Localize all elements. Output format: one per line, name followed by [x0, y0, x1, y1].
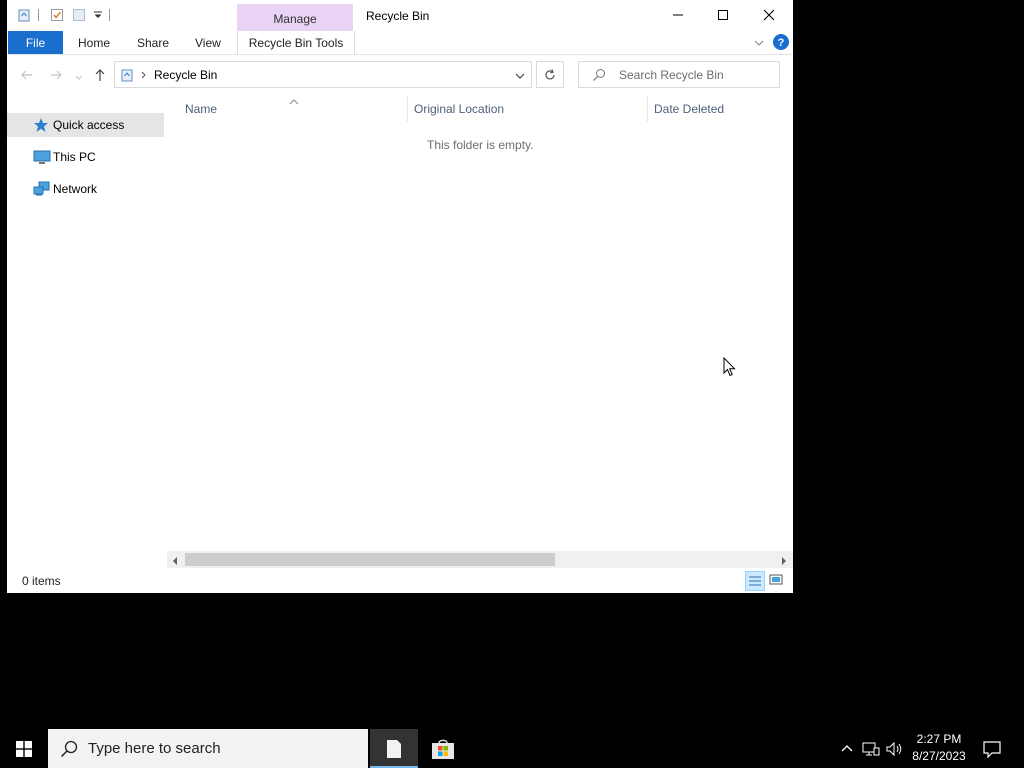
properties-icon[interactable] — [50, 8, 64, 22]
qat-separator — [38, 9, 39, 21]
svg-text:?: ? — [778, 37, 785, 49]
show-hidden-icons-icon[interactable] — [840, 742, 854, 757]
search-box[interactable]: Search Recycle Bin — [578, 61, 780, 88]
refresh-button[interactable] — [536, 61, 564, 88]
nav-item-label: Quick access — [53, 118, 125, 132]
star-icon — [33, 117, 49, 133]
explorer-window: Manage Recycle Bin File Home Share View … — [7, 0, 793, 593]
maximize-button[interactable] — [700, 0, 746, 30]
new-folder-icon[interactable] — [72, 8, 86, 22]
customize-qat-icon[interactable] — [91, 8, 105, 22]
breadcrumb-recycle-bin[interactable]: Recycle Bin — [154, 68, 217, 82]
tab-recycle-bin-tools[interactable]: Recycle Bin Tools — [237, 31, 355, 54]
column-divider[interactable] — [407, 96, 408, 122]
recent-locations-icon[interactable] — [74, 71, 84, 85]
nav-item-label: This PC — [53, 150, 96, 164]
large-icons-view-icon — [769, 574, 783, 585]
recycle-bin-icon[interactable] — [17, 8, 31, 22]
nav-item-label: Network — [53, 182, 98, 196]
empty-folder-message: This folder is empty. — [427, 138, 534, 152]
large-icons-view-button[interactable] — [767, 571, 787, 591]
column-divider[interactable] — [647, 96, 648, 122]
store-icon — [432, 739, 454, 759]
scroll-left-icon[interactable] — [171, 555, 179, 569]
window-title: Recycle Bin — [366, 9, 430, 23]
column-header-original-location[interactable]: Original Location — [414, 102, 504, 116]
windows-start-icon[interactable] — [16, 741, 32, 760]
search-icon — [60, 740, 78, 761]
up-arrow-icon[interactable] — [93, 68, 107, 85]
taskbar: Type here to search 2:27 PM 8/27/2023 — [0, 729, 1024, 768]
taskbar-microsoft-store[interactable] — [419, 729, 467, 768]
recycle-bin-icon — [120, 68, 134, 85]
manage-label: Manage — [273, 12, 317, 26]
taskbar-clock[interactable]: 2:27 PM 8/27/2023 — [906, 731, 972, 765]
nav-item-network[interactable]: Network — [7, 177, 164, 201]
scrollbar-thumb[interactable] — [185, 553, 555, 566]
network-status-icon[interactable] — [862, 741, 880, 760]
horizontal-scrollbar[interactable] — [167, 551, 793, 568]
volume-icon[interactable] — [886, 741, 904, 760]
tab-share[interactable]: Share — [137, 31, 169, 54]
notifications-icon[interactable] — [983, 740, 1001, 761]
column-header-name[interactable]: Name — [185, 102, 217, 116]
help-icon[interactable]: ? — [773, 34, 789, 53]
tab-view[interactable]: View — [195, 31, 221, 54]
minimize-button[interactable] — [655, 0, 701, 30]
manage-contextual-tab: Manage — [237, 4, 353, 31]
search-placeholder: Search Recycle Bin — [619, 68, 724, 82]
nav-item-this-pc[interactable]: This PC — [7, 145, 164, 169]
tab-home[interactable]: Home — [78, 31, 110, 54]
computer-icon — [33, 149, 51, 165]
sort-ascending-icon — [289, 94, 299, 108]
tab-file[interactable]: File — [8, 31, 63, 54]
clock-time: 2:27 PM — [916, 732, 962, 746]
qat-separator — [109, 9, 110, 21]
ribbon-divider — [7, 54, 793, 55]
document-icon — [387, 739, 401, 758]
column-header-date-deleted[interactable]: Date Deleted — [654, 102, 724, 116]
expand-ribbon-icon[interactable] — [753, 37, 765, 51]
back-arrow-icon[interactable] — [20, 68, 34, 85]
breadcrumb-chevron-icon[interactable] — [140, 69, 148, 83]
address-bar[interactable]: Recycle Bin — [114, 61, 532, 88]
taskbar-search-box[interactable]: Type here to search — [48, 729, 368, 768]
taskbar-search-placeholder: Type here to search — [88, 740, 221, 757]
address-dropdown-icon[interactable] — [514, 70, 526, 84]
scroll-right-icon[interactable] — [780, 555, 788, 569]
status-item-count: 0 items — [22, 574, 61, 588]
search-icon — [592, 68, 606, 85]
details-view-icon — [749, 576, 761, 586]
close-button[interactable] — [746, 0, 792, 30]
taskbar-file-explorer[interactable] — [370, 729, 418, 768]
mouse-cursor-icon — [723, 356, 736, 380]
details-view-button[interactable] — [745, 571, 765, 591]
nav-item-quick-access[interactable]: Quick access — [7, 113, 164, 137]
clock-date: 8/27/2023 — [912, 749, 966, 763]
refresh-icon — [545, 68, 555, 79]
forward-arrow-icon[interactable] — [49, 68, 63, 85]
network-icon — [33, 181, 50, 197]
